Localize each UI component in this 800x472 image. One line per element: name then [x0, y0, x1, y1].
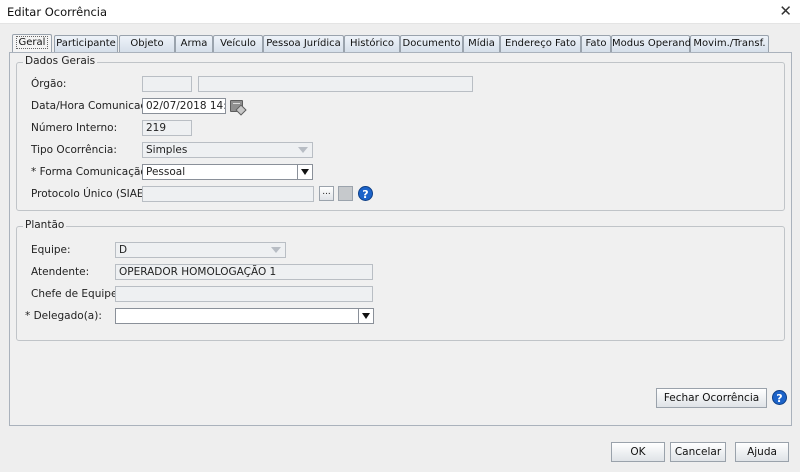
tab-veiculo[interactable]: Veículo: [213, 35, 263, 52]
tab-label: Veículo: [220, 38, 256, 49]
tab-objeto[interactable]: Objeto: [119, 35, 175, 52]
tab-geral[interactable]: Geral: [12, 34, 52, 53]
numero-interno-label: Número Interno:: [31, 122, 118, 134]
tab-label: Arma: [180, 38, 208, 49]
tab-arma[interactable]: Arma: [175, 35, 213, 52]
tab-label: Participante: [56, 38, 116, 49]
tab-midia[interactable]: Mídia: [463, 35, 500, 52]
delegado-select[interactable]: [115, 308, 374, 324]
tab-label: Movim./Transf.: [693, 38, 766, 49]
protocolo-label: Protocolo Único (SIAE):: [31, 188, 152, 200]
ajuda-button[interactable]: Ajuda: [735, 442, 789, 462]
tab-label: Fato: [585, 38, 607, 49]
atendente-label: Atendente:: [31, 266, 90, 278]
protocolo-field: [142, 186, 314, 202]
equipe-select: D: [115, 242, 286, 258]
equipe-label: Equipe:: [31, 244, 71, 256]
calendar-icon[interactable]: [230, 100, 243, 112]
ok-button[interactable]: OK: [611, 442, 665, 462]
tipo-ocorrencia-label: Tipo Ocorrência:: [31, 144, 117, 156]
forma-comunicacao-value: Pessoal: [146, 166, 186, 178]
tab-label: Objeto: [130, 38, 164, 49]
help-icon[interactable]: ?: [358, 186, 373, 201]
fechar-ocorrencia-button[interactable]: Fechar Ocorrência: [656, 388, 767, 408]
tab-documento[interactable]: Documento: [400, 35, 463, 52]
title-bar: Editar Ocorrência ✕: [0, 0, 800, 24]
data-hora-input[interactable]: 02/07/2018 14:28: [142, 98, 226, 114]
tipo-ocorrencia-value: Simples: [146, 144, 188, 156]
chevron-down-icon[interactable]: [358, 309, 373, 323]
tab-label: Geral: [15, 36, 49, 49]
help-icon[interactable]: ?: [772, 390, 787, 405]
chefe-equipe-label: Chefe de Equipe:: [31, 288, 121, 300]
dados-gerais-group: Dados Gerais Órgão: Data/Hora Comunicaçã…: [16, 55, 785, 211]
equipe-value: D: [119, 244, 128, 256]
tab-historico[interactable]: Histórico: [344, 35, 400, 52]
tab-label: Modus Operandi: [612, 38, 694, 49]
chefe-equipe-field: [115, 286, 373, 302]
tab-label: Endereço Fato: [505, 38, 576, 49]
orgao-code-field: [142, 76, 192, 92]
orgao-name-field: [198, 76, 473, 92]
dados-gerais-legend: Dados Gerais: [23, 55, 98, 67]
orgao-label: Órgão:: [31, 78, 67, 90]
close-icon[interactable]: ✕: [779, 2, 792, 20]
atendente-field: OPERADOR HOMOLOGAÇÃO 1: [115, 264, 373, 280]
tab-modus-operandi[interactable]: Modus Operandi: [611, 35, 694, 52]
tab-endereco-fato[interactable]: Endereço Fato: [500, 35, 581, 52]
forma-comunicacao-select[interactable]: Pessoal: [142, 164, 313, 180]
tab-fato[interactable]: Fato: [581, 35, 611, 52]
tab-pessoa-juridica[interactable]: Pessoa Jurídica: [263, 35, 344, 52]
protocolo-browse-button[interactable]: ...: [319, 186, 334, 201]
clear-icon[interactable]: [338, 186, 353, 201]
delegado-label: * Delegado(a):: [25, 310, 102, 322]
tab-movim-transf[interactable]: Movim./Transf.: [690, 35, 769, 52]
tab-label: Mídia: [468, 38, 495, 49]
tab-label: Pessoa Jurídica: [266, 38, 341, 49]
tab-panel-geral: Dados Gerais Órgão: Data/Hora Comunicaçã…: [9, 52, 792, 426]
window-title: Editar Ocorrência: [7, 5, 108, 19]
plantao-legend: Plantão: [23, 219, 67, 231]
chevron-down-icon: [271, 247, 281, 253]
chevron-down-icon[interactable]: [297, 165, 312, 179]
tab-participante[interactable]: Participante: [54, 35, 118, 52]
chevron-down-icon: [298, 147, 308, 153]
cancelar-button[interactable]: Cancelar: [670, 442, 726, 462]
tab-label: Documento: [402, 38, 461, 49]
forma-comunicacao-label: * Forma Comunicação:: [31, 166, 151, 178]
tab-label: Histórico: [349, 38, 395, 49]
tipo-ocorrencia-select: Simples: [142, 142, 313, 158]
plantao-group: Plantão Equipe: D Atendente: OPERADOR HO…: [16, 219, 785, 341]
numero-interno-field: 219: [142, 120, 192, 136]
